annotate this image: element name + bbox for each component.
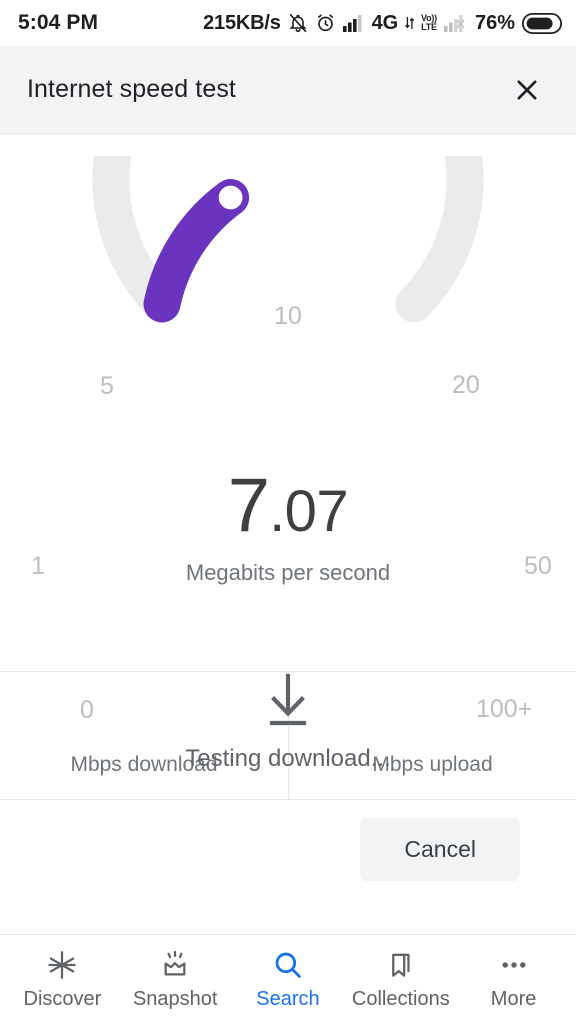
close-icon[interactable]: [504, 67, 550, 113]
gauge-tick-10: 10: [274, 302, 302, 330]
gauge-progress: [143, 179, 250, 323]
network-4g-icon: 4G: [371, 11, 398, 34]
data-transfer-icon: [405, 16, 414, 30]
cancel-button[interactable]: Cancel: [360, 818, 520, 881]
page-title: Internet speed test: [27, 75, 236, 103]
status-bar-indicators: 215KB/s 4G Vo)) LTE 76%: [203, 12, 562, 35]
battery-percent-label: 76%: [474, 11, 515, 34]
volte-bottom: LTE: [421, 22, 437, 32]
search-icon: [272, 948, 304, 982]
nav-item-discover[interactable]: Discover: [6, 948, 119, 1011]
speed-value: 7.07: [0, 468, 576, 544]
signal-bars-icon: [342, 14, 365, 32]
nav-item-snapshot[interactable]: Snapshot: [119, 948, 232, 1011]
nav-label-collections: Collections: [351, 988, 450, 1010]
gauge-tick-20: 20: [452, 371, 480, 399]
more-dots-icon: [498, 948, 530, 982]
test-phase: Testing download...: [0, 672, 576, 773]
snapshot-icon: [159, 948, 191, 982]
gauge-knob: [215, 182, 246, 213]
dialog-header: Internet speed test: [0, 46, 576, 134]
nav-label-search: Search: [256, 988, 320, 1010]
nav-item-collections[interactable]: Collections: [344, 948, 457, 1011]
notifications-off-icon: [288, 12, 308, 34]
speed-test-screen: 5:04 PM 215KB/s 4G Vo)) LTE 76% Internet…: [0, 0, 576, 1024]
content-spacer: [0, 899, 576, 934]
nav-label-discover: Discover: [23, 988, 102, 1010]
nav-item-more[interactable]: More: [457, 948, 570, 1011]
speed-value-integer: 7: [227, 463, 270, 548]
speed-readout: 7.07 Megabits per second: [0, 468, 576, 586]
asterisk-icon: [46, 948, 78, 982]
alarm-icon: [315, 12, 336, 34]
nav-label-snapshot: Snapshot: [132, 988, 218, 1010]
bottom-navigation-bar: Discover Snapshot Search Collections Mor…: [0, 934, 576, 1024]
bookmark-icon: [385, 948, 417, 982]
status-bar: 5:04 PM 215KB/s 4G Vo)) LTE 76%: [0, 0, 576, 46]
speed-value-decimal: .07: [269, 479, 349, 544]
dialog-actions: Cancel: [0, 800, 576, 899]
gauge-container: 10 5 20 1 50 0 100+ 7.07 Megabits per se…: [0, 134, 576, 772]
download-arrow-icon: [0, 672, 576, 735]
signal-bars-secondary-icon: [443, 14, 466, 32]
volte-icon: Vo)) LTE: [421, 14, 437, 32]
status-bar-clock: 5:04 PM: [18, 11, 99, 34]
battery-icon: [522, 12, 562, 34]
network-speed-indicator: 215KB/s: [203, 11, 281, 34]
speed-gauge-panel: 10 5 20 1 50 0 100+ 7.07 Megabits per se…: [0, 134, 576, 772]
gauge-tick-5: 5: [100, 372, 114, 400]
test-phase-label: Testing download...: [185, 745, 391, 772]
nav-item-search[interactable]: Search: [232, 948, 345, 1011]
nav-label-more: More: [490, 988, 537, 1010]
speed-units-label: Megabits per second: [185, 560, 391, 585]
